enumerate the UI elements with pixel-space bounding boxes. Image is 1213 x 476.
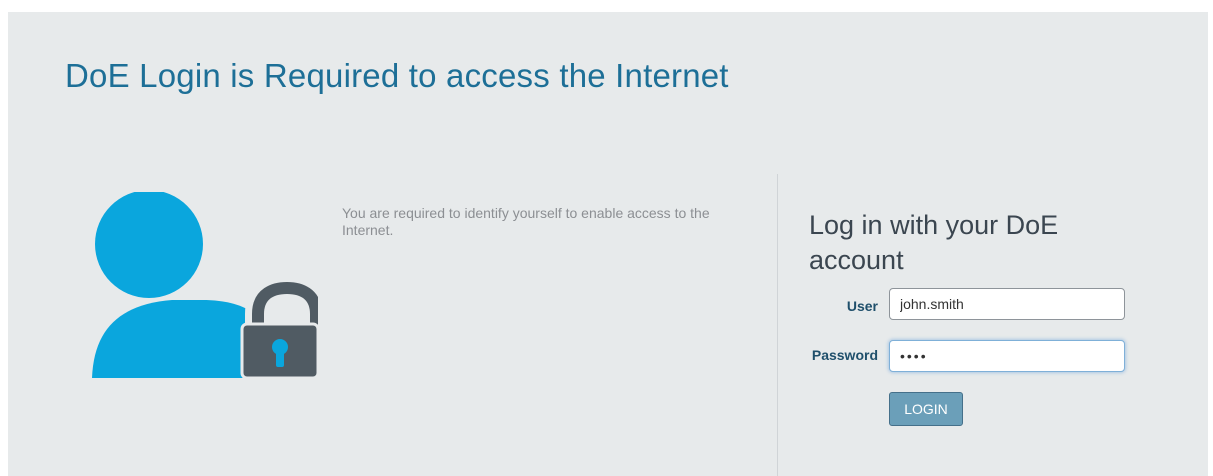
- user-lock-svg: [92, 190, 329, 380]
- user-input[interactable]: [889, 288, 1125, 320]
- login-page-panel: DoE Login is Required to access the Inte…: [8, 12, 1208, 476]
- keyhole-slot-icon: [276, 349, 284, 367]
- login-button[interactable]: LOGIN: [889, 392, 963, 426]
- user-lock-icon: [92, 190, 329, 380]
- user-label: User: [846, 298, 878, 314]
- page-title: DoE Login is Required to access the Inte…: [65, 57, 729, 94]
- password-input[interactable]: [889, 340, 1125, 372]
- user-head-icon: [95, 190, 203, 298]
- access-message: You are required to identify yourself to…: [342, 205, 710, 238]
- password-label: Password: [811, 347, 878, 363]
- login-heading: Log in with your DoE account: [809, 210, 1059, 275]
- vertical-divider: [777, 174, 778, 476]
